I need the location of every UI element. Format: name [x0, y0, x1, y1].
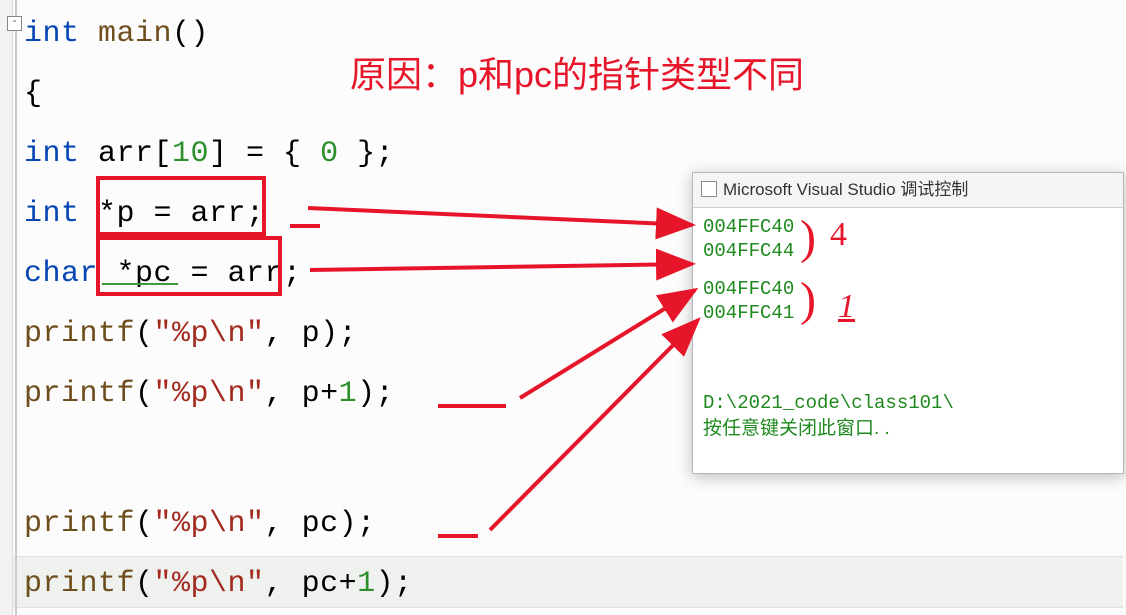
- console-prompt: 按任意键关闭此窗口. .: [703, 417, 890, 441]
- highlight-box-int-star: [96, 176, 266, 236]
- text: );: [357, 377, 394, 411]
- hand-4: 4: [830, 216, 847, 254]
- code-line-3: int arr[10] = { 0 };: [24, 126, 394, 182]
- string: "%p\n": [154, 567, 265, 601]
- squiggle-char: [102, 283, 178, 285]
- string: "%p\n": [154, 377, 265, 411]
- code-line-1: int main(): [24, 6, 209, 62]
- function-name: printf: [24, 507, 135, 541]
- function-name: printf: [24, 567, 135, 601]
- string: "%p\n": [154, 317, 265, 351]
- hand-1: 1: [838, 288, 855, 326]
- function-name: printf: [24, 377, 135, 411]
- hand-bracket-1: ): [800, 210, 816, 265]
- underline-p-plus-1: [438, 404, 506, 408]
- debug-console-window: Microsoft Visual Studio 调试控制 004FFC40 00…: [692, 172, 1124, 474]
- console-titlebar[interactable]: Microsoft Visual Studio 调试控制: [693, 173, 1123, 208]
- gutter: [0, 0, 13, 615]
- text: );: [376, 567, 413, 601]
- console-path: D:\2021_code\class101\: [703, 391, 954, 415]
- function-name: printf: [24, 317, 135, 351]
- hand-bracket-2: ): [800, 272, 816, 327]
- highlight-box-char-star: [96, 236, 282, 296]
- text: };: [339, 137, 395, 171]
- text: (: [135, 317, 154, 351]
- text: (: [135, 377, 154, 411]
- console-output-3: 004FFC40: [703, 277, 794, 301]
- console-title-text: Microsoft Visual Studio 调试控制: [723, 180, 968, 199]
- function-name: main: [98, 17, 172, 51]
- text: ] = {: [209, 137, 320, 171]
- keyword: int: [24, 17, 98, 51]
- number: 0: [320, 137, 339, 171]
- code-line-2: {: [24, 66, 43, 122]
- text: (: [135, 567, 154, 601]
- code-line-7: printf("%p\n", p+1);: [24, 366, 394, 422]
- code-line-6: printf("%p\n", p);: [24, 306, 357, 362]
- text: , p);: [265, 317, 358, 351]
- app-icon: [701, 181, 717, 197]
- text: arr[: [98, 137, 172, 171]
- text: , pc);: [265, 507, 376, 541]
- text: (): [172, 17, 209, 51]
- console-output-2: 004FFC44: [703, 239, 794, 263]
- text: (: [135, 507, 154, 541]
- underline-pc: [438, 534, 478, 538]
- fold-minus-icon[interactable]: -: [7, 16, 22, 31]
- number: 10: [172, 137, 209, 171]
- keyword: int: [24, 197, 98, 231]
- outline-guide: [15, 0, 17, 615]
- code-line-9: printf("%p\n", pc);: [24, 496, 376, 552]
- console-output-1: 004FFC40: [703, 215, 794, 239]
- number: 1: [357, 567, 376, 601]
- text: , p+: [265, 377, 339, 411]
- text: , pc+: [265, 567, 358, 601]
- console-output-4: 004FFC41: [703, 301, 794, 325]
- code-line-10: printf("%p\n", pc+1);: [24, 556, 413, 612]
- keyword: int: [24, 137, 98, 171]
- string: "%p\n": [154, 507, 265, 541]
- underline-p-assign: [290, 224, 320, 228]
- number: 1: [339, 377, 358, 411]
- annotation-reason: 原因：p和pc的指针类型不同: [350, 46, 804, 98]
